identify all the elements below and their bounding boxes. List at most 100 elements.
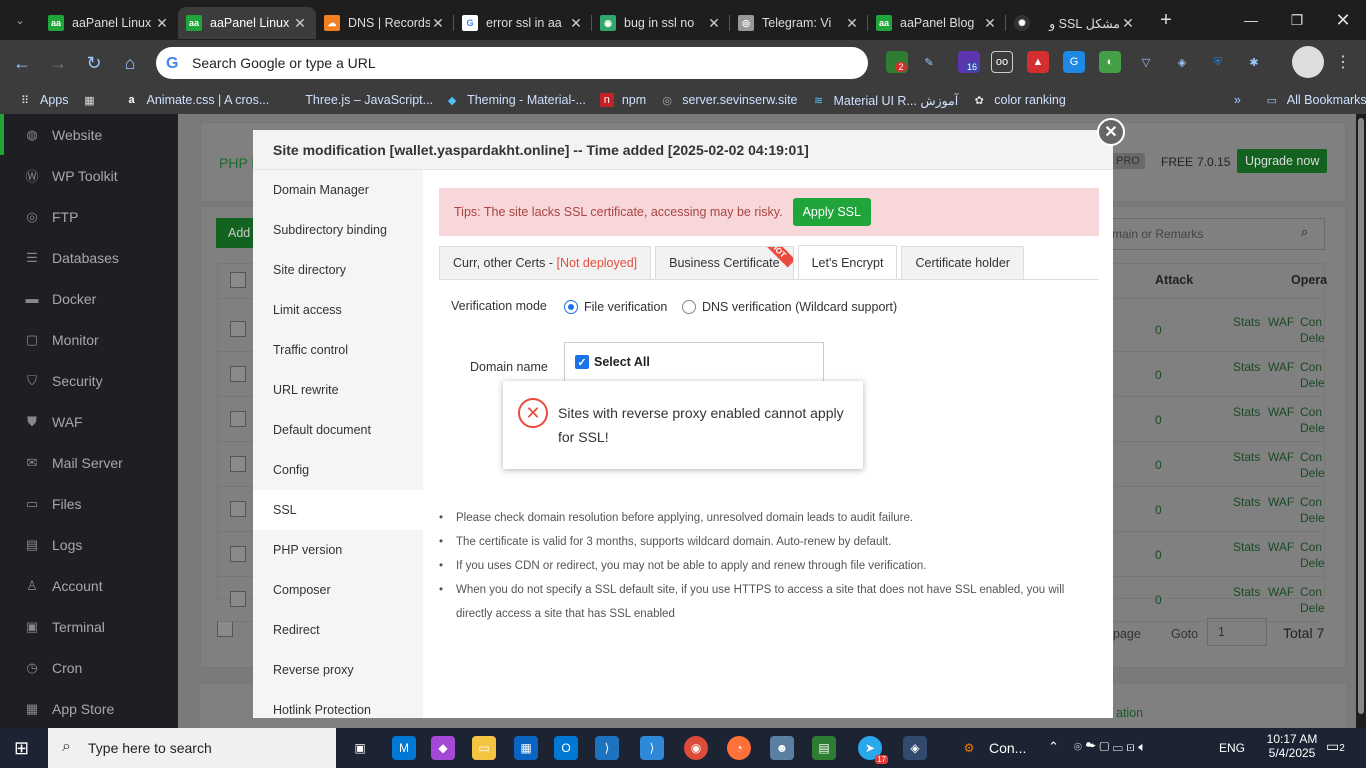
bookmark-npm[interactable]: n npm <box>599 93 646 107</box>
close-tab-icon[interactable]: ✕ <box>844 15 860 32</box>
sidebar-item-docker[interactable]: ▬ Docker <box>0 278 178 319</box>
profile-avatar[interactable] <box>1292 46 1324 78</box>
nav-limit-access[interactable]: Limit access <box>253 290 423 330</box>
task-view-icon[interactable]: ▣ <box>348 736 372 760</box>
puzzle-icon[interactable]: ✱ <box>1243 51 1265 73</box>
tab-search-button[interactable]: ⌄ <box>0 0 40 40</box>
nav-default-document[interactable]: Default document <box>253 410 423 450</box>
app-icon[interactable]: ▤ <box>812 736 836 760</box>
stats-link[interactable]: Stats <box>1233 450 1260 464</box>
nav-ssl[interactable]: SSL <box>253 490 423 530</box>
vscode-icon[interactable]: ⟩ <box>595 736 619 760</box>
close-tab-icon[interactable]: ✕ <box>430 15 446 32</box>
dns-verification-radio[interactable]: DNS verification (Wildcard support) <box>682 300 897 314</box>
page-size-select[interactable]: page <box>1113 627 1141 641</box>
browser-tab[interactable]: ◉ bug in ssl no ✕ <box>592 7 730 39</box>
running-app-icon[interactable]: ⚙ <box>957 736 981 760</box>
browser-tab[interactable]: G error ssl in aa ✕ <box>454 7 592 39</box>
nav-site-directory[interactable]: Site directory <box>253 250 423 290</box>
windows-start-icon[interactable]: ⊞ <box>14 738 29 759</box>
browser-tab[interactable]: ✺ مشکل SSL و ✕ <box>1006 7 1144 39</box>
config-link[interactable]: Con <box>1300 540 1322 554</box>
clock[interactable]: 10:17 AM 5/4/2025 <box>1262 732 1322 760</box>
config-link[interactable]: Con <box>1300 405 1322 419</box>
footer-link[interactable]: ation <box>1116 706 1143 720</box>
select-all-domains-checkbox[interactable]: ✓ Select All <box>575 355 650 369</box>
sidebar-item-databases[interactable]: ☰ Databases <box>0 237 178 278</box>
restore-button[interactable]: ❐ <box>1274 0 1320 40</box>
tab-lets-encrypt[interactable]: Let's Encrypt <box>797 245 898 279</box>
file-verification-radio[interactable]: File verification <box>564 300 667 314</box>
telegram-icon[interactable]: ➤ 17 <box>858 736 888 764</box>
bookmark-grid[interactable]: ▦ <box>83 93 105 107</box>
close-tab-icon[interactable]: ✕ <box>292 15 308 32</box>
browser-tab[interactable]: ☁ DNS | Records ✕ <box>316 7 454 39</box>
sidebar-item-terminal[interactable]: ▣ Terminal <box>0 606 178 647</box>
firefox-icon[interactable]: ◔ <box>727 736 751 760</box>
config-link[interactable]: Con <box>1300 360 1322 374</box>
browser-tab[interactable]: ◎ Telegram: Vi ✕ <box>730 7 868 39</box>
address-bar[interactable]: G Search Google or type a URL <box>156 47 868 79</box>
sidebar-item-files[interactable]: ▭ Files <box>0 483 178 524</box>
taskbar-search[interactable]: ⌕ Type here to search <box>48 728 336 768</box>
minimize-button[interactable]: — <box>1228 0 1274 40</box>
bookmark-color-ranking[interactable]: ✿ color ranking <box>972 93 1066 107</box>
nav-reverse-proxy[interactable]: Reverse proxy <box>253 650 423 690</box>
outlook-icon[interactable]: O <box>554 736 578 760</box>
more-bookmarks-chevron[interactable]: » <box>1234 93 1241 107</box>
stats-link[interactable]: Stats <box>1233 405 1260 419</box>
waf-link[interactable]: WAF <box>1268 360 1294 374</box>
m365-icon[interactable]: M <box>392 736 416 760</box>
extension-icon[interactable]: ◐ <box>1099 51 1121 73</box>
nav-traffic-control[interactable]: Traffic control <box>253 330 423 370</box>
extension-icon[interactable]: 16 <box>958 51 980 73</box>
stats-link[interactable]: Stats <box>1233 540 1260 554</box>
site-search-input[interactable]: main or Remarks <box>1101 218 1325 250</box>
nav-url-rewrite[interactable]: URL rewrite <box>253 370 423 410</box>
tab-business-certificate[interactable]: Business Certificate HOT <box>655 246 794 279</box>
close-tab-icon[interactable]: ✕ <box>568 15 584 32</box>
upgrade-button[interactable]: Upgrade now <box>1237 149 1328 173</box>
chrome-icon[interactable]: ◉ <box>684 736 708 760</box>
bookmark-threejs[interactable]: Three.js – JavaScript... <box>305 93 433 107</box>
row-checkbox[interactable] <box>230 501 246 517</box>
vscode-insiders-icon[interactable]: ⟩ <box>640 736 664 760</box>
pen-extension-icon[interactable]: ✎ <box>918 51 940 73</box>
config-link[interactable]: Con <box>1300 315 1322 329</box>
notification-icon[interactable]: ▭2 <box>1326 738 1345 755</box>
row-checkbox[interactable] <box>230 591 246 607</box>
nav-hotlink-protection[interactable]: Hotlink Protection <box>253 690 423 718</box>
nav-config[interactable]: Config <box>253 450 423 490</box>
sidebar-item-security[interactable]: ⛉ Security <box>0 360 178 401</box>
stats-link[interactable]: Stats <box>1233 360 1260 374</box>
sidebar-item-ftp[interactable]: ◎ FTP <box>0 196 178 237</box>
row-checkbox[interactable] <box>230 321 246 337</box>
sidebar-item-logs[interactable]: ▤ Logs <box>0 524 178 565</box>
apply-ssl-button[interactable]: Apply SSL <box>792 198 871 226</box>
waf-link[interactable]: WAF <box>1268 540 1294 554</box>
stats-link[interactable]: Stats <box>1233 315 1260 329</box>
close-tab-icon[interactable]: ✕ <box>706 15 722 32</box>
sidebar-item-account[interactable]: ♙ Account <box>0 565 178 606</box>
tab-certificate-holder[interactable]: Certificate holder <box>901 246 1024 279</box>
extension-icon[interactable]: ▲ <box>1027 51 1049 73</box>
delete-link[interactable]: Dele <box>1300 376 1325 390</box>
sidebar-item-waf[interactable]: ⛊ WAF <box>0 401 178 442</box>
nav-php-version[interactable]: PHP version <box>253 530 423 570</box>
delete-link[interactable]: Dele <box>1300 601 1325 615</box>
bookmark-apps[interactable]: ⠿ Apps <box>18 93 69 107</box>
chevron-up-icon[interactable]: ⌃ <box>1048 739 1059 755</box>
home-button[interactable]: ⌂ <box>112 45 148 81</box>
row-checkbox[interactable] <box>230 546 246 562</box>
file-explorer-icon[interactable]: ▭ <box>472 736 496 760</box>
extension-icon[interactable]: 2 <box>886 51 908 73</box>
row-checkbox[interactable] <box>230 456 246 472</box>
back-button[interactable]: ← <box>4 45 40 81</box>
delete-link[interactable]: Dele <box>1300 466 1325 480</box>
translate-extension-icon[interactable]: G <box>1063 51 1085 73</box>
close-tab-icon[interactable]: ✕ <box>982 15 998 32</box>
copilot-icon[interactable]: ◆ <box>431 736 455 760</box>
stats-link[interactable]: Stats <box>1233 495 1260 509</box>
delete-link[interactable]: Dele <box>1300 511 1325 525</box>
browser-tab[interactable]: aa aaPanel Linux ✕ <box>40 7 178 39</box>
